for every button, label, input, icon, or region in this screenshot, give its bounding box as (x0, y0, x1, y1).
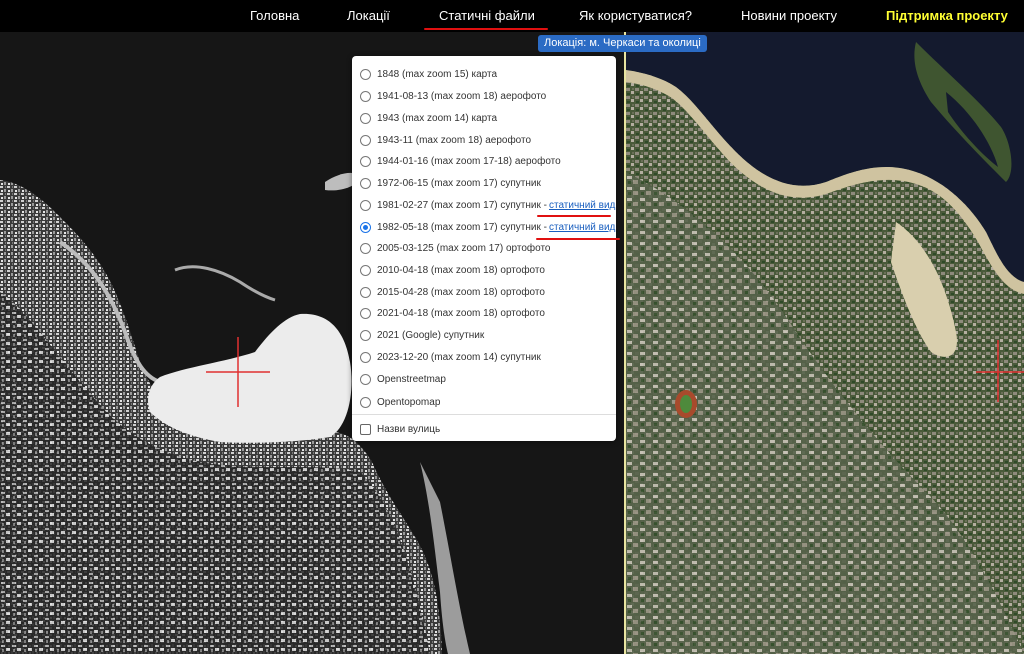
layer-label: 2023-12-20 (max zoom 14) супутник (377, 351, 541, 363)
nav-support-project[interactable]: Підтримка проекту (886, 8, 1008, 23)
map-pane-right[interactable] (626, 32, 1024, 654)
radio-icon[interactable] (360, 286, 371, 298)
radio-icon[interactable] (360, 351, 371, 363)
radio-icon[interactable] (360, 112, 371, 124)
layer-label: 2005-03-125 (max zoom 17) ортофото (377, 242, 551, 254)
overlay-label: Назви вулиць (377, 423, 441, 435)
radio-icon[interactable] (360, 264, 371, 276)
checkbox-icon[interactable] (360, 423, 371, 435)
layer-option-1848[interactable]: 1848 (max zoom 15) карта (360, 66, 497, 82)
layer-option-opentopomap[interactable]: Opentopomap (360, 394, 440, 410)
layer-label: 1848 (max zoom 15) карта (377, 68, 498, 80)
layer-option-1943[interactable]: 1943 (max zoom 14) карта (360, 110, 497, 126)
layer-option-1944[interactable]: 1944-01-16 (max zoom 17-18) аерофото (360, 153, 561, 169)
overlay-street-names[interactable]: Назви вулиць (360, 421, 440, 437)
color-satellite-map (626, 32, 1024, 654)
layer-option-2005[interactable]: 2005-03-125 (max zoom 17) ортофото (360, 240, 551, 256)
swipe-divider-handle[interactable] (624, 32, 626, 654)
radio-icon[interactable] (360, 396, 371, 408)
panel-separator (352, 414, 616, 415)
layer-option-1972[interactable]: 1972-06-15 (max zoom 17) супутник (360, 175, 541, 191)
radio-icon-selected[interactable] (360, 221, 371, 233)
layer-option-openstreetmap[interactable]: Openstreetmap (360, 371, 446, 387)
layer-label: 2015-04-28 (max zoom 18) ортофото (377, 286, 545, 298)
layer-label: 1941-08-13 (max zoom 18) аерофото (377, 90, 547, 102)
nav-locations[interactable]: Локації (347, 8, 390, 23)
radio-icon[interactable] (360, 329, 371, 341)
layer-label: Openstreetmap (377, 373, 446, 385)
layer-label: 1972-06-15 (max zoom 17) супутник (377, 177, 541, 189)
layer-option-1943-11[interactable]: 1943-11 (max zoom 18) аерофото (360, 132, 531, 148)
radio-icon[interactable] (360, 90, 371, 102)
radio-icon[interactable] (360, 373, 371, 385)
highlight-underline-1981 (537, 215, 611, 217)
nav-how-to-use[interactable]: Як користуватися? (579, 8, 692, 23)
nav-static-files[interactable]: Статичні файли (439, 8, 535, 23)
radio-icon[interactable] (360, 155, 371, 167)
layer-option-2023[interactable]: 2023-12-20 (max zoom 14) супутник (360, 349, 541, 365)
layer-option-2021-google[interactable]: 2021 (Google) супутник (360, 327, 484, 343)
static-view-link-1981[interactable]: статичний вид (549, 200, 615, 211)
radio-icon[interactable] (360, 199, 371, 211)
layer-label: Opentopomap (377, 396, 441, 408)
highlight-underline-nav (424, 28, 548, 30)
radio-icon[interactable] (360, 177, 371, 189)
layer-label: 2021-04-18 (max zoom 18) ортофото (377, 307, 545, 319)
layer-label: 1943 (max zoom 14) карта (377, 112, 498, 124)
layer-option-2021[interactable]: 2021-04-18 (max zoom 18) ортофото (360, 305, 545, 321)
layers-panel: 1848 (max zoom 15) карта 1941-08-13 (max… (352, 56, 616, 441)
radio-icon[interactable] (360, 307, 371, 319)
nav-home[interactable]: Головна (250, 8, 299, 23)
layer-label: 1982-05-18 (max zoom 17) супутник - (377, 221, 547, 233)
layer-option-1982[interactable]: 1982-05-18 (max zoom 17) супутник - стат… (360, 219, 615, 235)
static-view-link-1982[interactable]: статичний вид (549, 222, 615, 233)
layer-label: 1943-11 (max zoom 18) аерофото (377, 134, 532, 146)
nav-project-news[interactable]: Новини проекту (741, 8, 837, 23)
radio-icon[interactable] (360, 68, 371, 80)
layer-label: 2010-04-18 (max zoom 18) ортофото (377, 264, 545, 276)
layer-label: 1981-02-27 (max zoom 17) супутник - (377, 199, 547, 211)
layer-label: 2021 (Google) супутник (377, 329, 485, 341)
radio-icon[interactable] (360, 242, 371, 254)
highlight-underline-1982 (536, 238, 620, 240)
radio-icon[interactable] (360, 134, 371, 146)
layer-option-1941[interactable]: 1941-08-13 (max zoom 18) аерофото (360, 88, 546, 104)
layer-label: 1944-01-16 (max zoom 17-18) аерофото (377, 155, 561, 167)
layer-option-1981[interactable]: 1981-02-27 (max zoom 17) супутник - стат… (360, 197, 615, 213)
layer-option-2010[interactable]: 2010-04-18 (max zoom 18) ортофото (360, 262, 545, 278)
layer-option-2015[interactable]: 2015-04-28 (max zoom 18) ортофото (360, 284, 545, 300)
location-badge[interactable]: Локація: м. Черкаси та околиці (538, 35, 707, 52)
